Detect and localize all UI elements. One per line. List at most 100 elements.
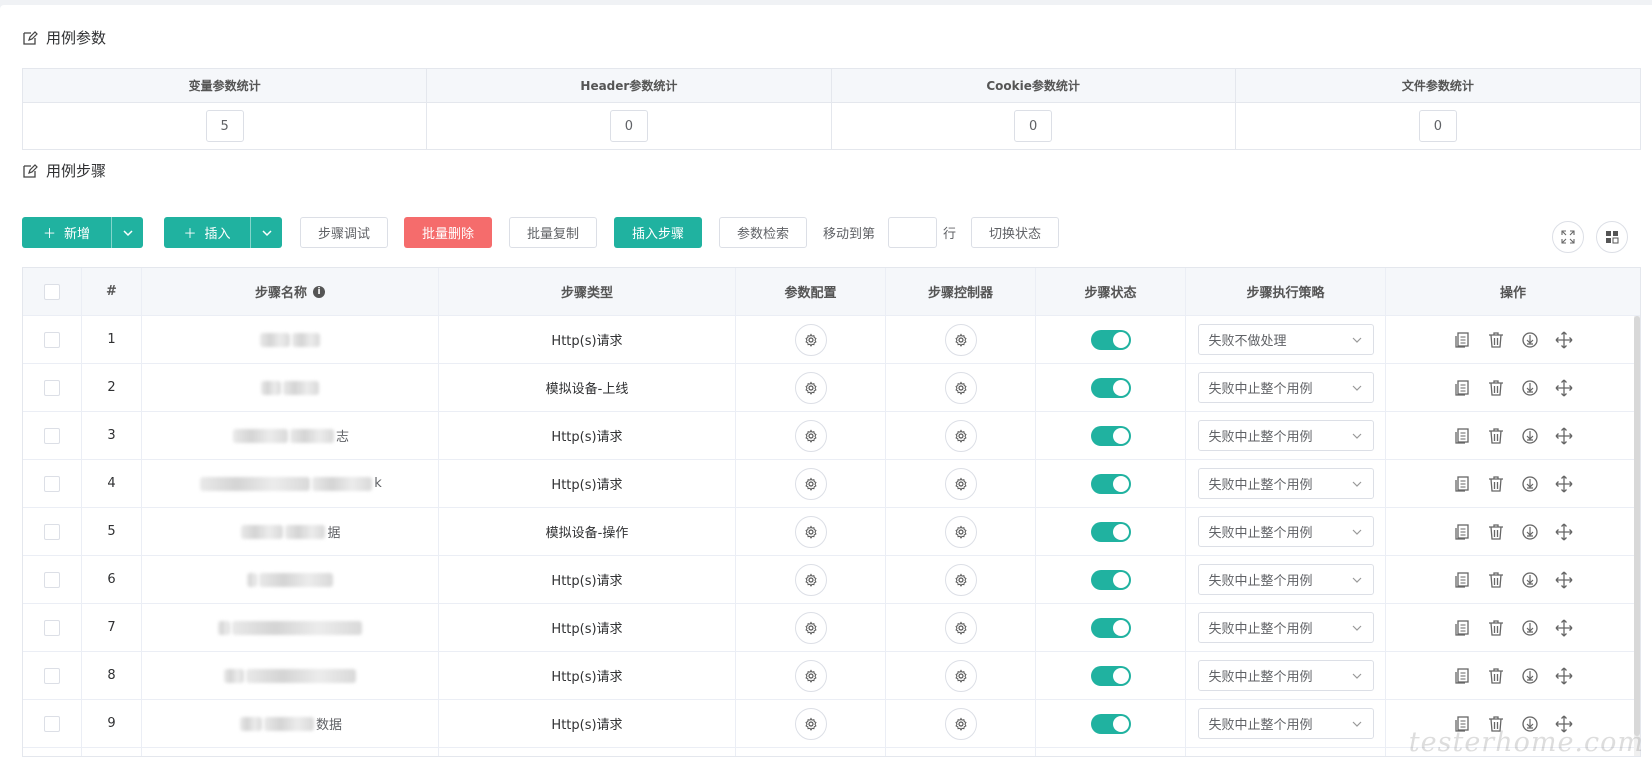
step-name[interactable] <box>259 380 321 395</box>
step-controller-button[interactable] <box>944 515 977 548</box>
info-icon[interactable]: i <box>313 285 325 298</box>
copy-icon[interactable] <box>1452 426 1472 446</box>
move-down-icon[interactable] <box>1520 666 1540 686</box>
exec-strategy-select[interactable]: 失败中止整个用例 <box>1197 420 1374 451</box>
exec-strategy-select[interactable]: 失败中止整个用例 <box>1197 372 1374 403</box>
step-controller-button[interactable] <box>944 371 977 404</box>
exec-strategy-select[interactable]: 失败不做处理 <box>1197 324 1374 355</box>
move-down-icon[interactable] <box>1520 378 1540 398</box>
move-down-icon[interactable] <box>1520 618 1540 638</box>
drag-move-icon[interactable] <box>1554 378 1574 398</box>
drag-move-icon[interactable] <box>1554 666 1574 686</box>
insert-step-button[interactable]: 插入步骤 <box>614 217 702 248</box>
step-status-toggle[interactable] <box>1090 425 1131 446</box>
step-status-toggle[interactable] <box>1090 713 1131 734</box>
step-name[interactable] <box>258 332 322 347</box>
step-status-toggle[interactable] <box>1090 377 1131 398</box>
delete-icon[interactable] <box>1486 378 1506 398</box>
drag-move-icon[interactable] <box>1554 426 1574 446</box>
drag-move-icon[interactable] <box>1554 522 1574 542</box>
move-down-icon[interactable] <box>1520 570 1540 590</box>
copy-icon[interactable] <box>1452 666 1472 686</box>
copy-icon[interactable] <box>1452 618 1472 638</box>
step-controller-button[interactable] <box>944 707 977 740</box>
param-search-button[interactable]: 参数检索 <box>719 217 807 248</box>
row-checkbox[interactable] <box>44 475 60 492</box>
toggle-status-button[interactable]: 切换状态 <box>971 217 1059 248</box>
row-checkbox[interactable] <box>44 619 60 636</box>
move-down-icon[interactable] <box>1520 426 1540 446</box>
drag-move-icon[interactable] <box>1554 474 1574 494</box>
step-name[interactable]: k <box>198 476 382 491</box>
add-dropdown-button[interactable] <box>112 217 143 248</box>
move-down-icon[interactable] <box>1520 522 1540 542</box>
delete-icon[interactable] <box>1486 666 1506 686</box>
insert-button[interactable]: ＋ 插入 <box>164 217 251 248</box>
row-checkbox[interactable] <box>44 427 60 444</box>
add-button[interactable]: ＋ 新增 <box>22 217 112 248</box>
copy-icon[interactable] <box>1452 570 1472 590</box>
fullscreen-button[interactable] <box>1552 221 1584 253</box>
batch-copy-button[interactable]: 批量复制 <box>509 217 597 248</box>
step-status-toggle[interactable] <box>1090 473 1131 494</box>
delete-icon[interactable] <box>1486 618 1506 638</box>
copy-icon[interactable] <box>1452 474 1472 494</box>
step-name[interactable] <box>216 620 364 635</box>
row-checkbox[interactable] <box>44 667 60 684</box>
exec-strategy-select[interactable]: 失败中止整个用例 <box>1197 468 1374 499</box>
param-config-button[interactable] <box>794 611 827 644</box>
layout-button[interactable] <box>1596 221 1628 253</box>
drag-move-icon[interactable] <box>1554 570 1574 590</box>
delete-icon[interactable] <box>1486 426 1506 446</box>
delete-icon[interactable] <box>1486 570 1506 590</box>
delete-icon[interactable] <box>1486 474 1506 494</box>
delete-icon[interactable] <box>1486 330 1506 350</box>
row-checkbox[interactable] <box>44 715 60 732</box>
step-status-toggle[interactable] <box>1090 521 1131 542</box>
param-config-button[interactable] <box>794 707 827 740</box>
step-name[interactable]: 数据 <box>238 714 342 733</box>
exec-strategy-select[interactable]: 失败中止整个用例 <box>1197 708 1374 739</box>
drag-move-icon[interactable] <box>1554 618 1574 638</box>
move-down-icon[interactable] <box>1520 330 1540 350</box>
copy-icon[interactable] <box>1452 378 1472 398</box>
row-checkbox[interactable] <box>44 523 60 540</box>
row-checkbox[interactable] <box>44 331 60 348</box>
step-status-toggle[interactable] <box>1090 665 1131 686</box>
step-debug-button[interactable]: 步骤调试 <box>300 217 388 248</box>
param-config-button[interactable] <box>794 419 827 452</box>
stat-value-cookies[interactable]: 0 <box>1014 110 1053 142</box>
step-controller-button[interactable] <box>944 659 977 692</box>
step-name[interactable] <box>245 572 335 587</box>
batch-delete-button[interactable]: 批量删除 <box>404 217 492 248</box>
step-status-toggle[interactable] <box>1090 329 1131 350</box>
step-status-toggle[interactable] <box>1090 617 1131 638</box>
param-config-button[interactable] <box>794 515 827 548</box>
stat-value-headers[interactable]: 0 <box>609 110 648 142</box>
move-down-icon[interactable] <box>1520 474 1540 494</box>
row-checkbox[interactable] <box>44 571 60 588</box>
param-config-button[interactable] <box>794 659 827 692</box>
exec-strategy-select[interactable]: 失败中止整个用例 <box>1197 564 1374 595</box>
param-config-button[interactable] <box>794 371 827 404</box>
delete-icon[interactable] <box>1486 522 1506 542</box>
step-controller-button[interactable] <box>944 563 977 596</box>
move-to-row-input[interactable] <box>888 217 937 248</box>
param-config-button[interactable] <box>794 563 827 596</box>
drag-move-icon[interactable] <box>1554 330 1574 350</box>
exec-strategy-select[interactable]: 失败中止整个用例 <box>1197 516 1374 547</box>
table-scrollbar[interactable] <box>1634 316 1640 756</box>
step-controller-button[interactable] <box>944 611 977 644</box>
step-controller-button[interactable] <box>944 467 977 500</box>
copy-icon[interactable] <box>1452 522 1472 542</box>
param-config-button[interactable] <box>794 323 827 356</box>
stat-value-variables[interactable]: 5 <box>205 110 244 142</box>
stat-value-files[interactable]: 0 <box>1418 110 1457 142</box>
exec-strategy-select[interactable]: 失败中止整个用例 <box>1197 612 1374 643</box>
step-name[interactable] <box>222 668 358 683</box>
step-name[interactable]: 志 <box>231 426 349 445</box>
param-config-button[interactable] <box>794 467 827 500</box>
exec-strategy-select[interactable]: 失败中止整个用例 <box>1197 660 1374 691</box>
step-controller-button[interactable] <box>944 323 977 356</box>
step-controller-button[interactable] <box>944 419 977 452</box>
